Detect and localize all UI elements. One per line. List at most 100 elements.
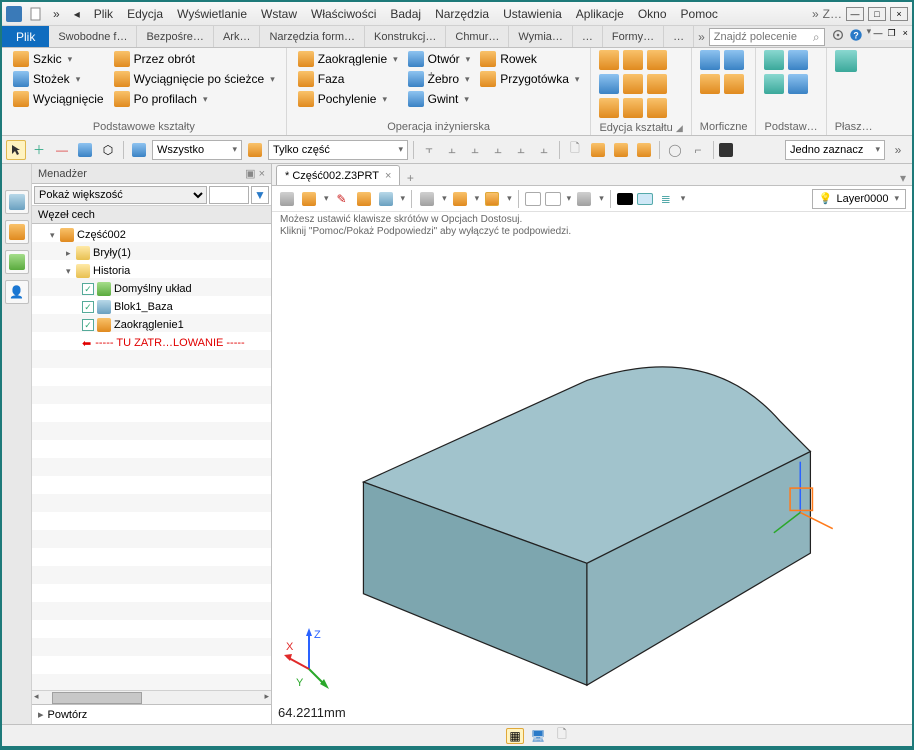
toolbar-overflow-icon[interactable]: » — [888, 140, 908, 160]
menu-narzedzia[interactable]: Narzędzia — [428, 7, 496, 21]
pick-mode-select[interactable]: Jedno zaznacz▾ — [785, 140, 885, 160]
tab-konstrukcje[interactable]: Konstrukcj… — [365, 26, 446, 47]
sidetab-views[interactable] — [5, 220, 29, 244]
tab-swobodne[interactable]: Swobodne f… — [49, 26, 137, 47]
shape-edit-icon[interactable] — [623, 98, 643, 118]
chamfer-button[interactable]: Faza — [295, 70, 401, 88]
tab-overflow-1[interactable]: … — [573, 26, 603, 47]
status-page-icon[interactable]: 🗋 — [552, 726, 572, 746]
swatch-black[interactable] — [617, 193, 633, 205]
command-search[interactable]: ⌕ — [709, 28, 825, 46]
sweep-button[interactable]: Wyciągnięcie po ścieżce▾ — [111, 70, 278, 88]
pencil-icon[interactable]: ✎ — [333, 190, 351, 208]
flat-icon[interactable] — [835, 50, 857, 72]
sketch-button[interactable]: Szkic▾ — [10, 50, 107, 68]
shape-edit-icon[interactable] — [647, 50, 667, 70]
manager-footer[interactable]: ▸Powtórz — [32, 704, 271, 724]
paste-icon[interactable] — [611, 140, 631, 160]
document-tab[interactable]: * Część002.Z3PRT × — [276, 165, 400, 185]
cube-view-icon[interactable] — [418, 190, 436, 208]
layer-stack-icon[interactable]: ≣ — [657, 190, 675, 208]
filter-icon[interactable] — [129, 140, 149, 160]
swatch-blue[interactable] — [637, 193, 653, 205]
checkbox-icon[interactable]: ✓ — [82, 319, 94, 331]
loft-button[interactable]: Po profilach▾ — [111, 90, 278, 108]
tab-overflow-2[interactable]: … — [664, 26, 694, 47]
cone-button[interactable]: Stożek▾ — [10, 70, 107, 88]
shape-edit-icon[interactable] — [623, 50, 643, 70]
menu-pomoc[interactable]: Pomoc — [674, 7, 725, 21]
gear-icon[interactable] — [831, 26, 845, 44]
mdi-close-button[interactable]: × — [898, 26, 912, 40]
view-icon[interactable] — [355, 190, 373, 208]
help-icon[interactable]: ? — [849, 26, 863, 44]
status-monitor-icon[interactable]: 🖥 — [528, 726, 548, 746]
section-icon[interactable] — [525, 192, 541, 206]
manager-filter-input[interactable] — [209, 186, 249, 204]
menu-aplikacje[interactable]: Aplikacje — [569, 7, 631, 21]
manager-filter-select[interactable]: Pokaż większość — [34, 186, 207, 204]
tree-rollback-bar[interactable]: ⬅----- TU ZATR…LOWANIE ----- — [32, 334, 271, 352]
revolve-button[interactable]: Przez obrót — [111, 50, 278, 68]
morph-icon[interactable] — [700, 50, 720, 70]
manager-hscroll[interactable]: ◂ ▸ — [32, 690, 271, 704]
rib-button[interactable]: Żebro▾ — [405, 70, 474, 88]
tree-history[interactable]: ▾Historia — [32, 262, 271, 280]
clip-icon[interactable] — [634, 140, 654, 160]
menu-edycja[interactable]: Edycja — [120, 7, 170, 21]
part-filter-icon[interactable] — [245, 140, 265, 160]
sidetab-appearance[interactable] — [5, 250, 29, 274]
fillet-button[interactable]: Zaokrąglenie▾ — [295, 50, 401, 68]
tab-narzedzia-form[interactable]: Narzędzia form… — [260, 26, 365, 47]
hole-button[interactable]: Otwór▾ — [405, 50, 474, 68]
tool-icon[interactable]: ⌐ — [688, 140, 708, 160]
basic-icon[interactable] — [788, 50, 808, 70]
tabs-overflow[interactable]: » — [694, 26, 709, 47]
window-minimize-button[interactable]: — — [846, 7, 864, 21]
shade-view-icon[interactable] — [483, 190, 501, 208]
swatch-icon[interactable] — [719, 143, 733, 157]
qat-chevron-icon[interactable]: ◂ — [67, 7, 87, 21]
extrude-button[interactable]: Wyciągnięcie — [10, 90, 107, 108]
window-close-button[interactable]: × — [890, 7, 908, 21]
add-tab-button[interactable]: + — [400, 171, 420, 185]
feature-tree[interactable]: ▾Część002 ▸Bryły(1) ▾Historia ✓Domyślny … — [32, 224, 271, 690]
basic-icon[interactable] — [764, 50, 784, 70]
morph-icon[interactable] — [700, 74, 720, 94]
menu-wstaw[interactable]: Wstaw — [254, 7, 304, 21]
groove-button[interactable]: Rowek — [477, 50, 582, 68]
wire-view-icon[interactable] — [451, 190, 469, 208]
status-layout-icon[interactable]: ▦ — [506, 728, 524, 744]
remove-selection-icon[interactable]: — — [52, 140, 72, 160]
align-icon[interactable]: ⫠ — [442, 140, 462, 160]
command-search-input[interactable] — [714, 31, 813, 43]
checkbox-icon[interactable]: ✓ — [82, 301, 94, 313]
scrollbar-thumb[interactable] — [52, 692, 142, 704]
file-tab[interactable]: Plik — [2, 26, 49, 47]
mdi-restore-button[interactable]: ❐ — [885, 26, 899, 40]
view-icon[interactable] — [377, 190, 395, 208]
layer-select[interactable]: 💡 Layer0000 ▾ — [812, 189, 906, 209]
shape-edit-icon[interactable] — [599, 50, 619, 70]
menu-wlasciwosci[interactable]: Właściwości — [304, 7, 383, 21]
align-icon[interactable]: ⫠ — [488, 140, 508, 160]
window-maximize-button[interactable]: □ — [868, 7, 886, 21]
thread-button[interactable]: Gwint▾ — [405, 90, 474, 108]
tree-solids[interactable]: ▸Bryły(1) — [32, 244, 271, 262]
align-icon[interactable]: ⫠ — [465, 140, 485, 160]
shape-edit-icon[interactable] — [599, 98, 619, 118]
menu-wyswietlanie[interactable]: Wyświetlanie — [170, 7, 254, 21]
home-view-icon[interactable] — [278, 190, 296, 208]
filter-select-all[interactable]: Wszystko▾ — [152, 140, 242, 160]
menu-ustawienia[interactable]: Ustawienia — [496, 7, 569, 21]
tab-chmura[interactable]: Chmur… — [446, 26, 509, 47]
menu-okno[interactable]: Okno — [631, 7, 674, 21]
sidetab-features[interactable] — [5, 190, 29, 214]
funnel-icon[interactable]: ▼ — [251, 186, 269, 204]
part-filter-select[interactable]: Tylko część▾ — [268, 140, 408, 160]
select-cursor-icon[interactable] — [6, 140, 26, 160]
tree-item-fillet[interactable]: ✓Zaokrąglenie1 — [32, 316, 271, 334]
hex-icon[interactable]: ⬡ — [98, 140, 118, 160]
viewport-canvas[interactable]: Z X Y 64.2211mm — [272, 240, 912, 724]
section-icon[interactable] — [545, 192, 561, 206]
